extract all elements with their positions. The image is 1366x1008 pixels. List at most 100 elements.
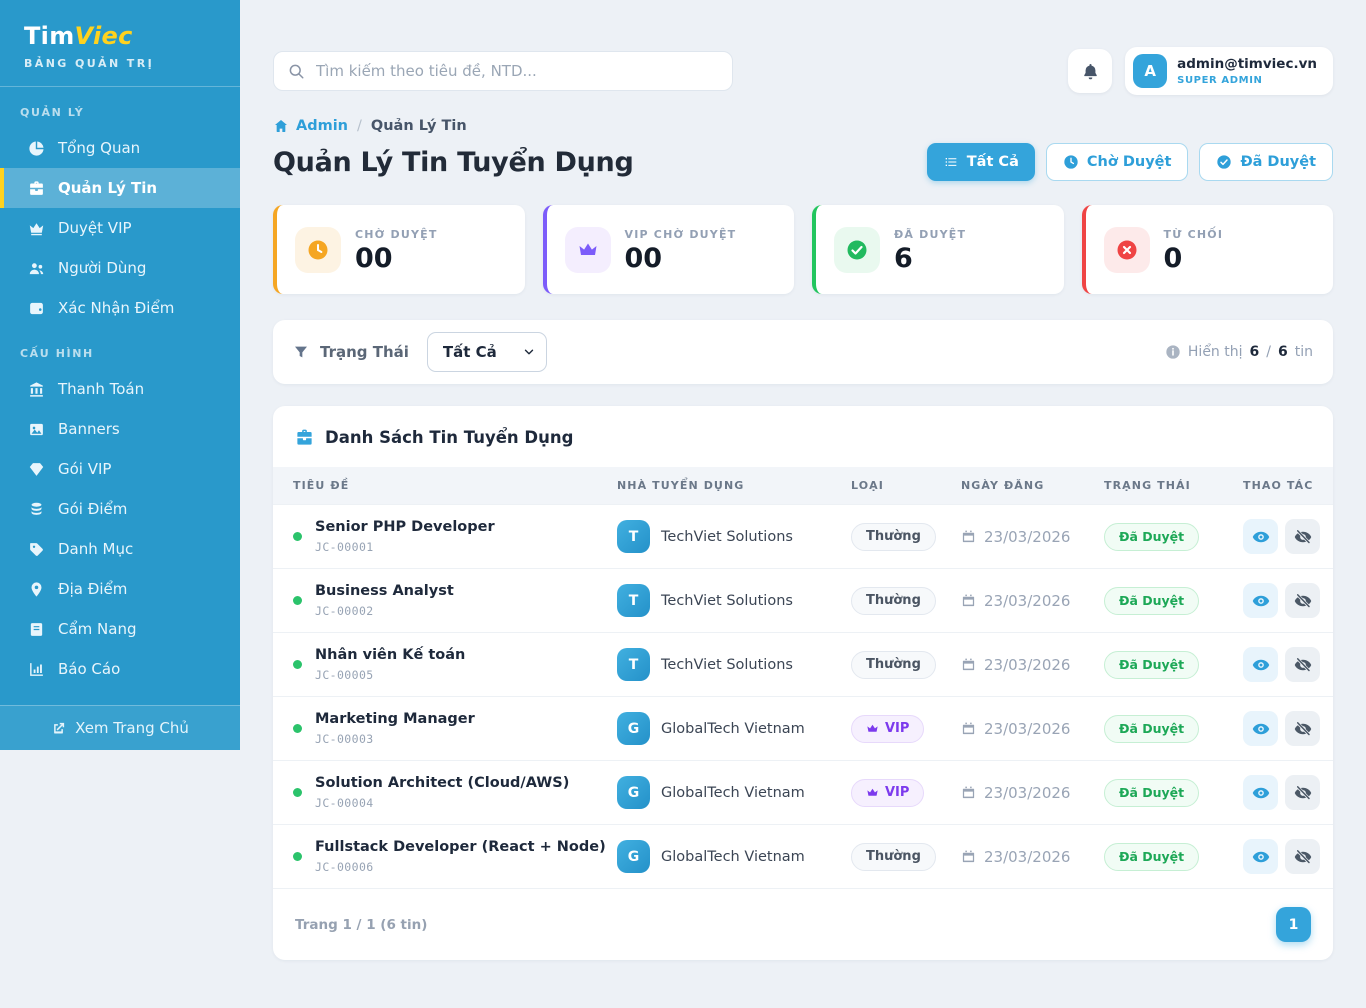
status-filter: Trạng Thái Tất Cả (293, 332, 547, 372)
eye-icon (1252, 720, 1270, 738)
sidebar-item-point-packages[interactable]: Gói Điểm (0, 489, 240, 529)
briefcase-icon (295, 428, 314, 447)
funnel-icon (293, 344, 309, 360)
crown-icon (565, 227, 611, 273)
view-button[interactable] (1243, 839, 1278, 874)
summary-prefix: Hiển thị (1188, 344, 1243, 360)
wallet-icon (28, 300, 45, 317)
status-select-wrap: Tất Cả (427, 332, 547, 372)
sidebar-item-label: Quản Lý Tin (58, 179, 157, 197)
eye-off-icon (1294, 592, 1312, 610)
sidebar-item-categories[interactable]: Danh Mục (0, 529, 240, 569)
view-button[interactable] (1243, 647, 1278, 682)
table-footer: Trang 1 / 1 (6 tin) 1 (273, 888, 1333, 960)
check-circle-icon (834, 227, 880, 273)
sidebar-item-handbook[interactable]: Cẩm Nang (0, 609, 240, 649)
job-code: JC-00003 (315, 732, 475, 746)
gem-icon (28, 461, 45, 478)
map-pin-icon (28, 581, 45, 598)
hide-button[interactable] (1285, 519, 1320, 554)
status-select[interactable]: Tất Cả (427, 332, 547, 372)
list-icon (943, 154, 959, 170)
hide-button[interactable] (1285, 647, 1320, 682)
vip-badge: VIP (851, 715, 924, 743)
stat-value: 00 (355, 245, 438, 272)
active-dot (293, 660, 302, 669)
briefcase-icon (28, 180, 45, 197)
table-row: Fullstack Developer (React + Node)JC-000… (273, 825, 1333, 889)
sidebar-item-overview[interactable]: Tổng Quan (0, 128, 240, 168)
eye-icon (1252, 656, 1270, 674)
status-filter-label: Trạng Thái (320, 343, 409, 361)
sidebar-item-manage-posts[interactable]: Quản Lý Tin (0, 168, 240, 208)
page-1-button[interactable]: 1 (1276, 907, 1311, 942)
breadcrumb: Admin / Quản Lý Tin (273, 118, 1333, 134)
search-input[interactable] (273, 51, 733, 91)
vip-badge: VIP (851, 779, 924, 807)
summary-suffix: tin (1295, 344, 1313, 360)
crown-icon (866, 786, 879, 799)
stat-label: ĐÃ DUYỆT (894, 228, 966, 241)
sidebar-item-label: Cẩm Nang (58, 620, 137, 638)
post-date: 23/03/2026 (984, 592, 1070, 610)
sidebar-item-banners[interactable]: Banners (0, 409, 240, 449)
eye-off-icon (1294, 848, 1312, 866)
hide-button[interactable] (1285, 775, 1320, 810)
filter-pending-label: Chờ Duyệt (1087, 154, 1172, 170)
stat-label: VIP CHỜ DUYỆT (625, 228, 737, 241)
stat-card-pending: CHỜ DUYỆT 00 (273, 205, 525, 294)
sidebar-item-label: Danh Mục (58, 540, 133, 558)
sidebar-item-label: Người Dùng (58, 259, 146, 277)
sidebar-item-locations[interactable]: Địa Điểm (0, 569, 240, 609)
hide-button[interactable] (1285, 583, 1320, 618)
brand-logo: TimViec (24, 22, 216, 50)
sidebar-item-vip-packages[interactable]: Gói VIP (0, 449, 240, 489)
clock-icon (295, 227, 341, 273)
post-date: 23/03/2026 (984, 528, 1070, 546)
brand-name-accent: Viec (75, 22, 133, 50)
company-name: TechViet Solutions (661, 657, 793, 673)
check-circle-icon (1216, 154, 1232, 170)
company-name: GlobalTech Vietnam (661, 849, 805, 865)
company-avatar: G (617, 840, 650, 873)
stat-cards: CHỜ DUYỆT 00 VIP CHỜ DUYỆT 00 ĐÃ DUYỆT 6 (273, 205, 1333, 294)
hide-button[interactable] (1285, 711, 1320, 746)
filter-all-button[interactable]: Tất Cả (927, 143, 1035, 181)
view-button[interactable] (1243, 775, 1278, 810)
page-title: Quản Lý Tin Tuyển Dụng (273, 147, 633, 178)
active-dot (293, 852, 302, 861)
sidebar-item-confirm-points[interactable]: Xác Nhận Điểm (0, 288, 240, 328)
users-icon (28, 260, 45, 277)
stat-label: CHỜ DUYỆT (355, 228, 438, 241)
table-row: Solution Architect (Cloud/AWS)JC-00004 G… (273, 761, 1333, 825)
bank-icon (28, 381, 45, 398)
search-box (273, 51, 733, 91)
filter-pending-button[interactable]: Chờ Duyệt (1046, 143, 1189, 181)
sidebar-item-approve-vip[interactable]: Duyệt VIP (0, 208, 240, 248)
sidebar-item-payments[interactable]: Thanh Toán (0, 369, 240, 409)
stat-value: 00 (625, 245, 737, 272)
hide-button[interactable] (1285, 839, 1320, 874)
notifications-button[interactable] (1068, 49, 1112, 93)
view-button[interactable] (1243, 519, 1278, 554)
filter-approved-button[interactable]: Đã Duyệt (1199, 143, 1333, 181)
view-homepage-link[interactable]: Xem Trang Chủ (0, 705, 240, 750)
image-icon (28, 421, 45, 438)
breadcrumb-home-link[interactable]: Admin (273, 118, 348, 134)
active-dot (293, 532, 302, 541)
user-avatar: A (1133, 54, 1167, 88)
user-menu[interactable]: A admin@timviec.vn SUPER ADMIN (1125, 47, 1333, 95)
job-list-title: Danh Sách Tin Tuyển Dụng (325, 428, 573, 447)
summary-separator: / (1266, 344, 1271, 360)
view-button[interactable] (1243, 711, 1278, 746)
sidebar-item-reports[interactable]: Báo Cáo (0, 649, 240, 689)
post-date: 23/03/2026 (984, 720, 1070, 738)
type-badge: Thường (851, 587, 936, 615)
stat-card-rejected: TỪ CHỐI 0 (1082, 205, 1334, 294)
topbar-right: A admin@timviec.vn SUPER ADMIN (1068, 47, 1333, 95)
view-button[interactable] (1243, 583, 1278, 618)
external-link-icon (51, 721, 66, 736)
job-title: Senior PHP Developer (315, 519, 495, 535)
calendar-icon (961, 529, 976, 544)
sidebar-item-users[interactable]: Người Dùng (0, 248, 240, 288)
